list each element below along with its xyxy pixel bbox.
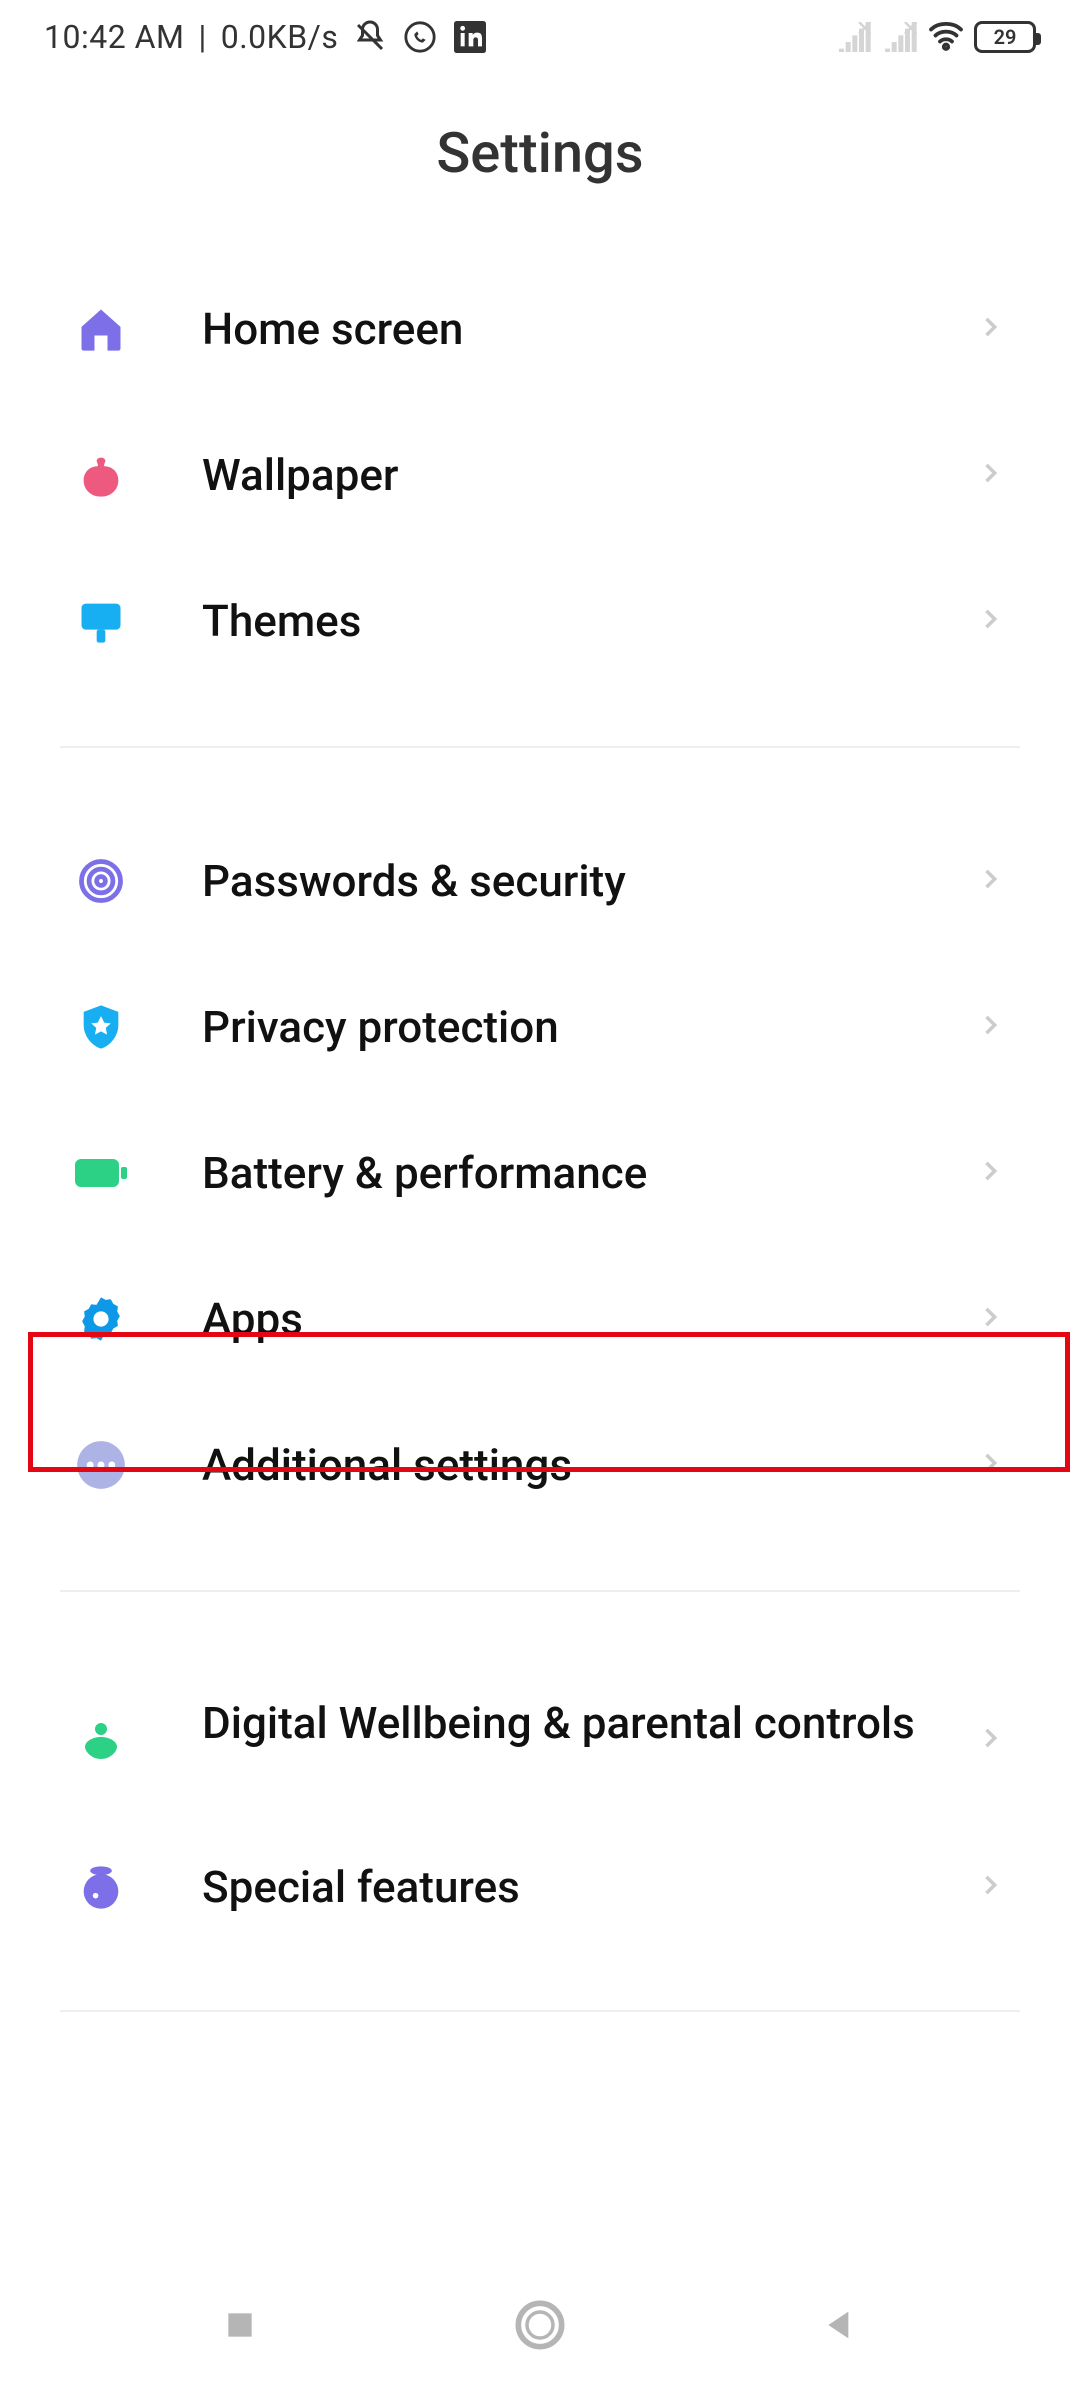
mute-icon [352, 19, 388, 55]
item-wallpaper[interactable]: Wallpaper [60, 402, 1020, 548]
shield-icon [72, 998, 130, 1056]
navigation-bar [0, 2250, 1080, 2400]
battery-level: 29 [994, 25, 1017, 49]
item-themes[interactable]: Themes [60, 548, 1020, 694]
item-label: Battery & performance [202, 1146, 976, 1201]
chevron-right-icon [976, 1449, 1004, 1481]
status-speed: 0.0KB/s [221, 18, 339, 56]
signal-1-icon [836, 19, 872, 55]
item-battery-performance[interactable]: Battery & performance [60, 1100, 1020, 1246]
nav-back-button[interactable] [812, 2297, 868, 2353]
themes-icon [72, 592, 130, 650]
divider [60, 2010, 1020, 2012]
whatsapp-icon [402, 19, 438, 55]
page-title: Settings [0, 120, 1080, 186]
item-label: Privacy protection [202, 1000, 976, 1055]
chevron-right-icon [976, 865, 1004, 897]
item-additional-settings[interactable]: Additional settings [60, 1392, 1020, 1538]
fingerprint-icon [72, 852, 130, 910]
item-label: Home screen [202, 302, 976, 357]
battery-icon: 29 [974, 21, 1036, 53]
item-label: Digital Wellbeing & parental controls [202, 1696, 976, 1751]
chevron-right-icon [976, 313, 1004, 345]
nav-home-button[interactable] [512, 2297, 568, 2353]
item-digital-wellbeing[interactable]: Digital Wellbeing & parental controls [60, 1652, 1020, 1814]
item-label: Wallpaper [202, 448, 976, 503]
status-bar: 10:42 AM | 0.0KB/s 29 [0, 0, 1080, 70]
item-privacy-protection[interactable]: Privacy protection [60, 954, 1020, 1100]
signal-2-icon [882, 19, 918, 55]
item-label: Apps [202, 1292, 976, 1347]
item-apps[interactable]: Apps [60, 1246, 1020, 1392]
battery-perf-icon [72, 1144, 130, 1202]
chevron-right-icon [976, 1011, 1004, 1043]
chevron-right-icon [976, 1871, 1004, 1903]
linkedin-icon [452, 19, 488, 55]
special-features-icon [72, 1858, 130, 1916]
item-label: Additional settings [202, 1438, 976, 1493]
item-label: Passwords & security [202, 854, 976, 909]
item-passwords-security[interactable]: Passwords & security [60, 808, 1020, 954]
status-right: 29 [836, 19, 1036, 55]
chevron-right-icon [976, 1724, 1004, 1756]
chevron-right-icon [976, 1303, 1004, 1335]
nav-recent-button[interactable] [212, 2297, 268, 2353]
chevron-right-icon [976, 605, 1004, 637]
item-home-screen[interactable]: Home screen [60, 256, 1020, 402]
wellbeing-icon [72, 1712, 130, 1770]
wifi-icon [928, 19, 964, 55]
status-left: 10:42 AM | 0.0KB/s [44, 18, 488, 56]
settings-list: Home screen Wallpaper Themes Passwords &… [0, 256, 1080, 2012]
divider [60, 1590, 1020, 1592]
divider [60, 746, 1020, 748]
apps-gear-icon [72, 1290, 130, 1348]
item-label: Themes [202, 594, 976, 649]
status-time: 10:42 AM [44, 18, 184, 56]
home-icon [72, 300, 130, 358]
item-special-features[interactable]: Special features [60, 1814, 1020, 1960]
more-icon [72, 1436, 130, 1494]
status-sep: | [198, 18, 206, 56]
item-label: Special features [202, 1860, 976, 1915]
wallpaper-icon [72, 446, 130, 504]
chevron-right-icon [976, 1157, 1004, 1189]
chevron-right-icon [976, 459, 1004, 491]
